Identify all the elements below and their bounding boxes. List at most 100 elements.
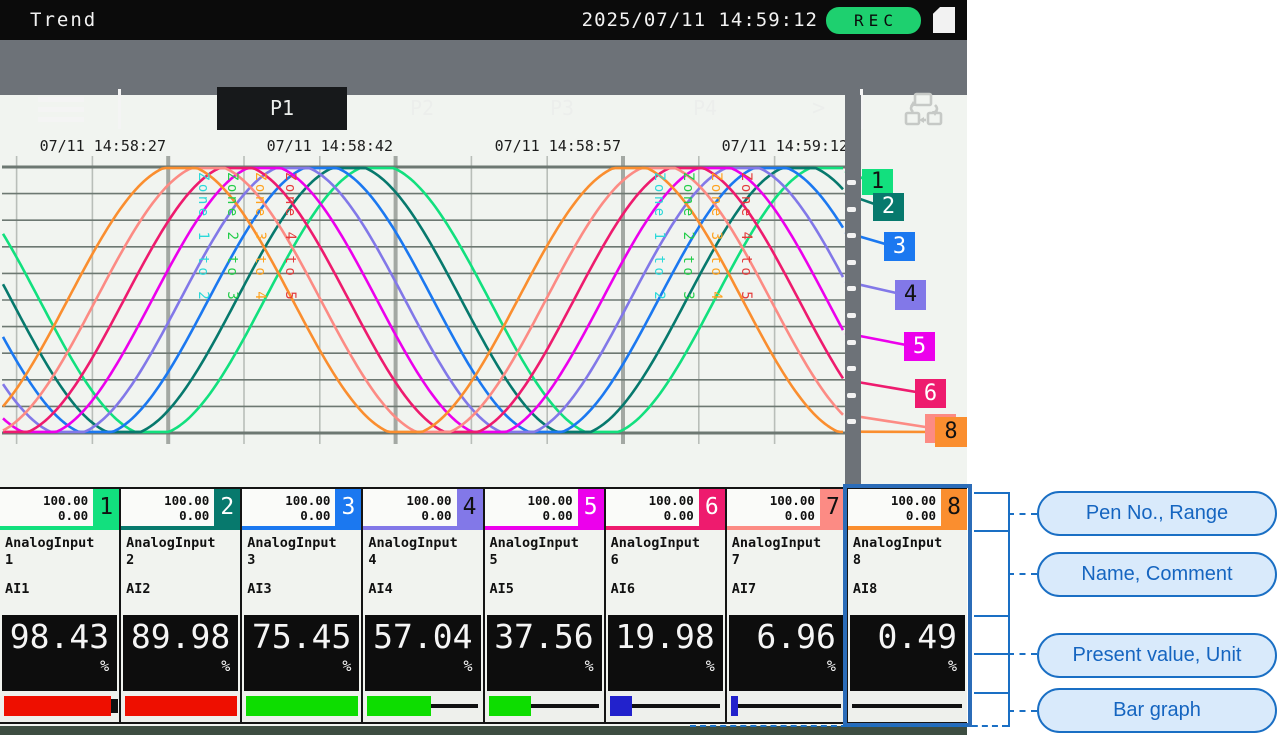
screenshot-stage: Trend 2025/07/11 14:59:12 REC P1 P2 P3 P… (0, 0, 1280, 735)
pen-number-badge: 2 (214, 489, 240, 526)
pen-flag-8: 8 (935, 417, 967, 447)
pen-flag-2: 2 (873, 193, 904, 221)
name-row: AnalogInput 6 AI6 (606, 530, 725, 615)
range-row: 100.000.00 6 (606, 489, 725, 530)
bar-fill (731, 696, 738, 716)
tab-p3[interactable]: P3 (532, 87, 592, 130)
channel-name: AnalogInput 7 (732, 535, 824, 569)
channel-panel-3[interactable]: 100.000.00 3 AnalogInput 3 AI3 75.45 % (242, 489, 363, 722)
tab-p1[interactable]: P1 (217, 87, 347, 130)
range-values: 100.000.00 (649, 493, 694, 523)
channel-name: AnalogInput 3 (247, 535, 339, 569)
time-tick-label: 07/11 14:58:57 (461, 137, 621, 155)
present-value: 19.98 (608, 617, 715, 657)
channel-panel-4[interactable]: 100.000.00 4 AnalogInput 4 AI4 57.04 % (363, 489, 484, 722)
svg-text:Zone 2 to 3: Zone 2 to 3 (224, 172, 240, 303)
bar-graph (121, 691, 240, 722)
pen-number-badge: 5 (578, 489, 604, 526)
unit-label: % (123, 658, 230, 674)
present-value-display: 75.45 % (244, 615, 359, 691)
channel-comment: AI7 (732, 581, 846, 598)
present-value-display: 89.98 % (123, 615, 238, 691)
next-pages-button[interactable]: > (812, 87, 825, 130)
pen-color-underline (242, 526, 361, 530)
channel-panel-strip: 100.000.00 1 AnalogInput 1 AI1 98.43 % 1… (0, 487, 967, 724)
screen-bottom-strip (0, 726, 967, 735)
channel-panel-5[interactable]: 100.000.00 5 AnalogInput 5 AI5 37.56 % (485, 489, 606, 722)
display-rotation-icon[interactable] (902, 92, 946, 128)
range-row: 100.000.00 7 (727, 489, 846, 530)
range-values: 100.000.00 (285, 493, 330, 523)
pen-flag-4: 4 (895, 280, 926, 310)
range-values: 100.000.00 (527, 493, 572, 523)
pen-color-underline (0, 526, 119, 530)
pen-color-underline (606, 526, 725, 530)
tab-p2[interactable]: P2 (392, 87, 452, 130)
present-value: 89.98 (123, 617, 230, 657)
svg-text:Zone 2 to 3: Zone 2 to 3 (680, 172, 696, 303)
tab-p4[interactable]: P4 (675, 87, 735, 130)
svg-text:Zone 3 to 4: Zone 3 to 4 (708, 172, 724, 303)
recording-status-badge: REC (826, 7, 921, 34)
present-value-display: 6.96 % (729, 615, 844, 691)
svg-text:Zone 1 to 2: Zone 1 to 2 (651, 172, 667, 303)
range-values: 100.000.00 (43, 493, 88, 523)
page-title: Trend (30, 9, 97, 31)
bar-fill (125, 696, 237, 716)
cursor-scale-tick (847, 419, 856, 424)
bar-graph (363, 691, 482, 722)
channel-panel-1[interactable]: 100.000.00 1 AnalogInput 1 AI1 98.43 % (0, 489, 121, 722)
callout-pen-range: Pen No., Range (1037, 491, 1277, 536)
time-tick-label: 07/11 14:59:12 (688, 137, 848, 155)
bar-fill (4, 696, 111, 716)
bar-graph (0, 691, 119, 722)
name-row: AnalogInput 5 AI5 (485, 530, 604, 615)
present-value-display: 57.04 % (365, 615, 480, 691)
bar-graph (727, 691, 846, 722)
pen-color-underline (363, 526, 482, 530)
range-row: 100.000.00 2 (121, 489, 240, 530)
name-row: AnalogInput 1 AI1 (0, 530, 119, 615)
range-values: 100.000.00 (164, 493, 209, 523)
pen-flag-6: 6 (915, 379, 946, 408)
nav-bar: P1 P2 P3 P4 > (0, 40, 967, 95)
cursor-scale-tick (847, 260, 856, 265)
svg-text:Zone 3 to 4: Zone 3 to 4 (252, 172, 268, 303)
name-row: AnalogInput 2 AI2 (121, 530, 240, 615)
range-values: 100.000.00 (406, 493, 451, 523)
unit-label: % (487, 658, 594, 674)
name-row: AnalogInput 3 AI3 (242, 530, 361, 615)
bar-fill (367, 696, 431, 716)
present-value: 75.45 (244, 617, 351, 657)
channel-comment: AI2 (126, 581, 240, 598)
bar-fill (246, 696, 358, 716)
callout-bar-graph: Bar graph (1037, 688, 1277, 733)
pen-flag-5: 5 (904, 332, 935, 361)
present-value: 57.04 (365, 617, 472, 657)
cursor-scale-tick (847, 340, 856, 345)
channel-panel-2[interactable]: 100.000.00 2 AnalogInput 2 AI2 89.98 % (121, 489, 242, 722)
cursor-scale-tick (847, 207, 856, 212)
bar-fill (610, 696, 632, 716)
svg-text:Zone 1 to 2: Zone 1 to 2 (195, 172, 211, 303)
cursor-scale-tick (847, 393, 856, 398)
present-value: 37.56 (487, 617, 594, 657)
channel-panel-6[interactable]: 100.000.00 6 AnalogInput 6 AI6 19.98 % (606, 489, 727, 722)
name-row: AnalogInput 4 AI4 (363, 530, 482, 615)
channel-panel-7[interactable]: 100.000.00 7 AnalogInput 7 AI7 6.96 % (727, 489, 848, 722)
clock: 2025/07/11 14:59:12 (582, 9, 818, 31)
unit-label: % (2, 658, 109, 674)
range-row: 100.000.00 5 (485, 489, 604, 530)
cursor-scale-tick (847, 313, 856, 318)
cursor-scale-tick (847, 286, 856, 291)
channel-name: AnalogInput 5 (490, 535, 582, 569)
time-tick-label: 07/11 14:58:27 (6, 137, 166, 155)
channel-comment: AI6 (611, 581, 725, 598)
time-tick-label: 07/11 14:58:42 (233, 137, 393, 155)
present-value-display: 19.98 % (608, 615, 723, 691)
bar-graph (242, 691, 361, 722)
sd-card-icon (933, 7, 955, 33)
menu-button[interactable] (38, 97, 84, 122)
callout-present-value: Present value, Unit (1037, 633, 1277, 678)
present-value-display: 37.56 % (487, 615, 602, 691)
